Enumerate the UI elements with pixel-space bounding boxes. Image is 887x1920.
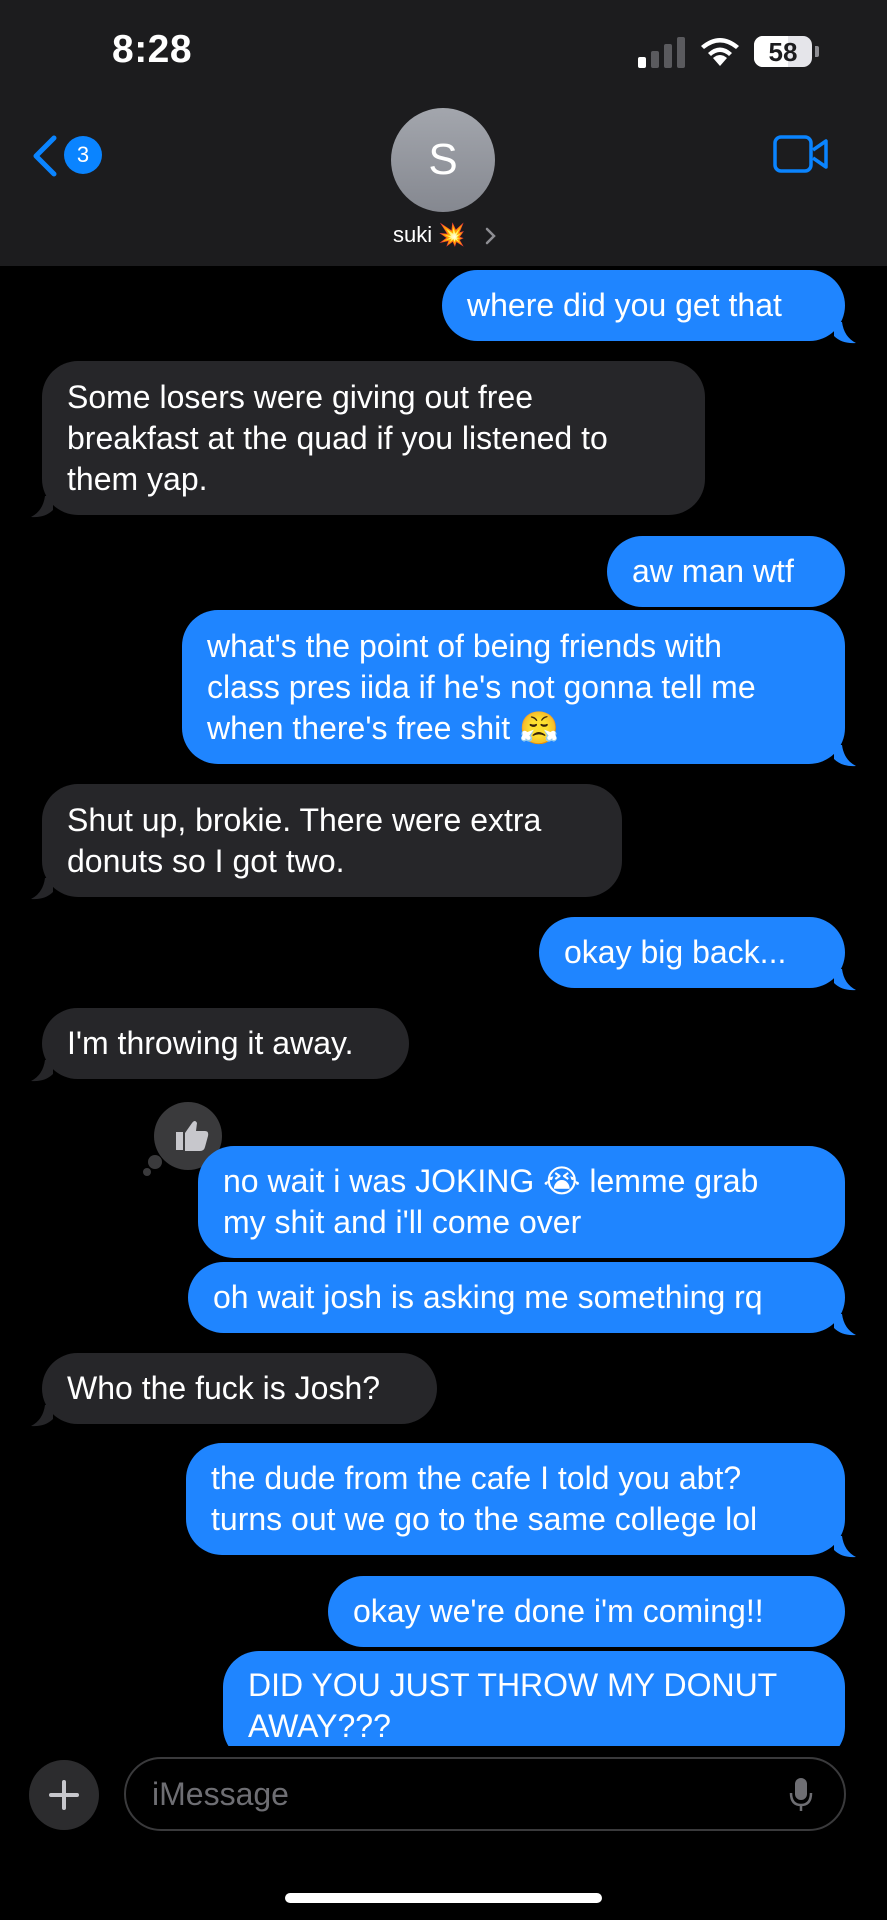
signal-icon <box>638 36 686 68</box>
message-sent[interactable]: oh wait josh is asking me something rq <box>188 1262 845 1333</box>
bubble-tail <box>31 878 53 900</box>
bubble-tail <box>31 1405 53 1427</box>
unread-count-badge[interactable]: 3 <box>64 136 102 174</box>
contact-name[interactable]: suki 💥 <box>393 222 466 248</box>
message-sent[interactable]: what's the point of being friends with c… <box>182 610 845 764</box>
bubble-tail <box>31 496 53 518</box>
message-input[interactable]: iMessage <box>124 1757 846 1831</box>
video-camera-icon[interactable] <box>773 134 829 174</box>
message-sent[interactable]: aw man wtf <box>607 536 845 607</box>
home-indicator[interactable] <box>285 1893 602 1903</box>
message-received[interactable]: Some losers were giving out free breakfa… <box>42 361 705 515</box>
avatar[interactable]: S <box>391 108 495 212</box>
plus-icon <box>49 1780 79 1810</box>
reaction-tail-dot <box>143 1168 151 1176</box>
bubble-tail <box>834 969 856 991</box>
battery-nub <box>815 46 819 57</box>
message-received[interactable]: Shut up, brokie. There were extra donuts… <box>42 784 622 897</box>
bubble-tail <box>834 1536 856 1558</box>
bubble-tail <box>834 745 856 767</box>
battery-icon: 58 <box>754 36 812 67</box>
message-sent[interactable]: okay big back... <box>539 917 845 988</box>
chevron-left-icon <box>33 135 57 177</box>
message-sent[interactable]: okay we're done i'm coming!! <box>328 1576 845 1647</box>
apps-button[interactable] <box>29 1760 99 1830</box>
conversation-header: 8:28 58 3 S suki 💥 <box>0 0 887 266</box>
message-sent[interactable]: where did you get that <box>442 270 845 341</box>
status-time: 8:28 <box>112 28 193 71</box>
wifi-icon <box>701 38 739 66</box>
message-received[interactable]: I'm throwing it away. <box>42 1008 409 1079</box>
chevron-right-icon[interactable] <box>484 226 498 246</box>
bubble-tail <box>834 1314 856 1336</box>
message-sent[interactable]: the dude from the cafe I told you abt? t… <box>186 1443 845 1555</box>
bubble-tail <box>834 322 856 344</box>
microphone-icon[interactable] <box>788 1776 814 1814</box>
battery-level: 58 <box>768 37 798 67</box>
bubble-tail <box>31 1060 53 1082</box>
message-sent[interactable]: no wait i was JOKING 😭 lemme grab my shi… <box>198 1146 845 1258</box>
message-received[interactable]: Who the fuck is Josh? <box>42 1353 437 1424</box>
